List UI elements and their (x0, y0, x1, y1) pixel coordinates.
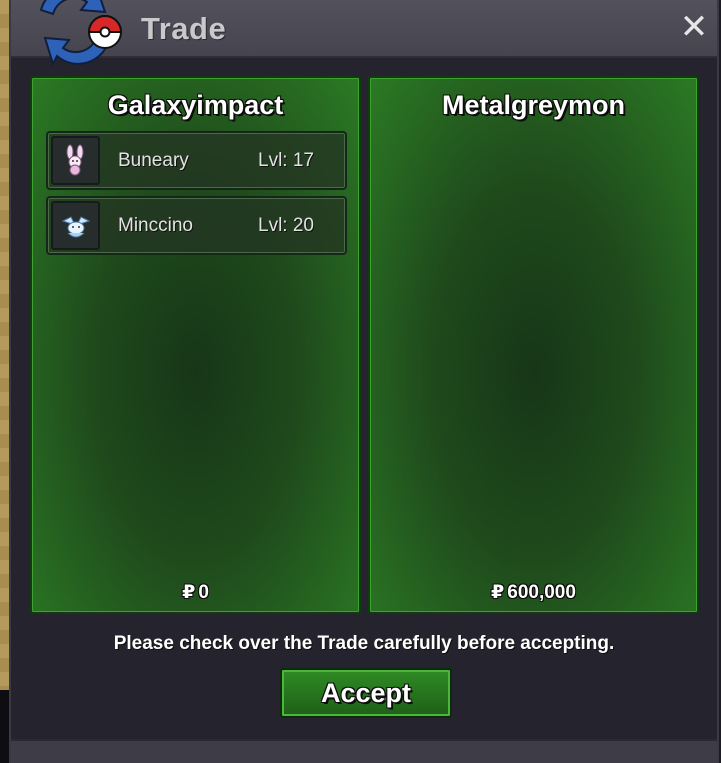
pokemon-slot[interactable]: Minccino Lvl: 20 (46, 196, 347, 255)
background-map-strip (0, 0, 9, 690)
right-player-name: Metalgreymon (441, 90, 626, 120)
currency-symbol: ₽ (491, 582, 505, 603)
pokemon-name: Minccino (118, 215, 193, 236)
right-money-offer: ₽600,000 (370, 581, 697, 604)
minccino-sprite-icon (51, 201, 100, 250)
money-amount: 600,000 (507, 582, 576, 603)
pokemon-slot[interactable]: Buneary Lvl: 17 (46, 131, 347, 190)
money-amount: 0 (198, 582, 209, 603)
currency-symbol: ₽ (182, 582, 196, 603)
close-icon[interactable]: ✕ (679, 10, 709, 44)
left-money-offer: ₽0 (32, 581, 359, 604)
left-pokemon-list: Buneary Lvl: 17 Minccino Lvl: 20 (46, 131, 347, 261)
pokemon-level: Lvl: 17 (258, 150, 314, 171)
left-trade-panel: Galaxyimpact Buneary Lvl: 17 Minccino Lv… (30, 76, 361, 614)
trade-window: Trade ✕ Galaxyimpact Buneary Lvl: 17 Min… (9, 0, 719, 763)
window-footer (11, 739, 717, 763)
accept-button[interactable]: Accept (280, 668, 452, 718)
pokemon-name: Buneary (118, 150, 189, 171)
trade-swap-pokeball-icon (39, 0, 123, 67)
left-player-name: Galaxyimpact (107, 90, 284, 120)
pokemon-level: Lvl: 20 (258, 215, 314, 236)
window-title: Trade (141, 11, 227, 46)
background-map-strip-bottom (0, 690, 9, 763)
buneary-sprite-icon (51, 136, 100, 185)
right-trade-panel: Metalgreymon ₽600,000 (368, 76, 699, 614)
trade-notice: Please check over the Trade carefully be… (113, 633, 615, 654)
